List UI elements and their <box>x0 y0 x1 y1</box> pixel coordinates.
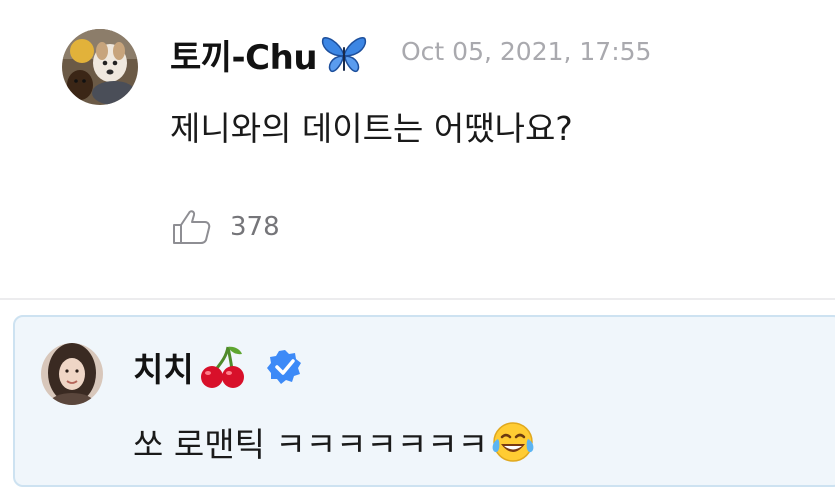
question-text: 제니와의 데이트는 어땠나요? <box>170 109 573 148</box>
question-author-avatar[interactable] <box>62 29 138 105</box>
butterfly-icon <box>321 35 367 75</box>
like-button[interactable]: 378 <box>170 208 280 246</box>
like-count: 378 <box>230 212 280 242</box>
thumbs-up-icon <box>170 208 212 246</box>
question-author-name-text: 토끼-Chu <box>170 38 318 78</box>
reply-author-name-text: 치치 <box>133 350 194 389</box>
reply-text: 쏘 로맨틱 ㅋㅋㅋㅋㅋㅋㅋ <box>133 418 536 466</box>
question-timestamp: Oct 05, 2021, 17:55 <box>401 37 652 66</box>
reply-author-name[interactable]: 치치 <box>133 343 304 391</box>
question-author-name[interactable]: 토끼-Chu <box>170 30 367 79</box>
cherries-icon <box>198 344 246 390</box>
reply-text-content: 쏘 로맨틱 ㅋㅋㅋㅋㅋㅋㅋ <box>133 425 488 464</box>
divider <box>0 298 835 300</box>
tears-of-joy-icon <box>490 420 536 464</box>
reply-author-avatar[interactable] <box>41 343 103 405</box>
verified-badge-icon <box>266 348 304 386</box>
